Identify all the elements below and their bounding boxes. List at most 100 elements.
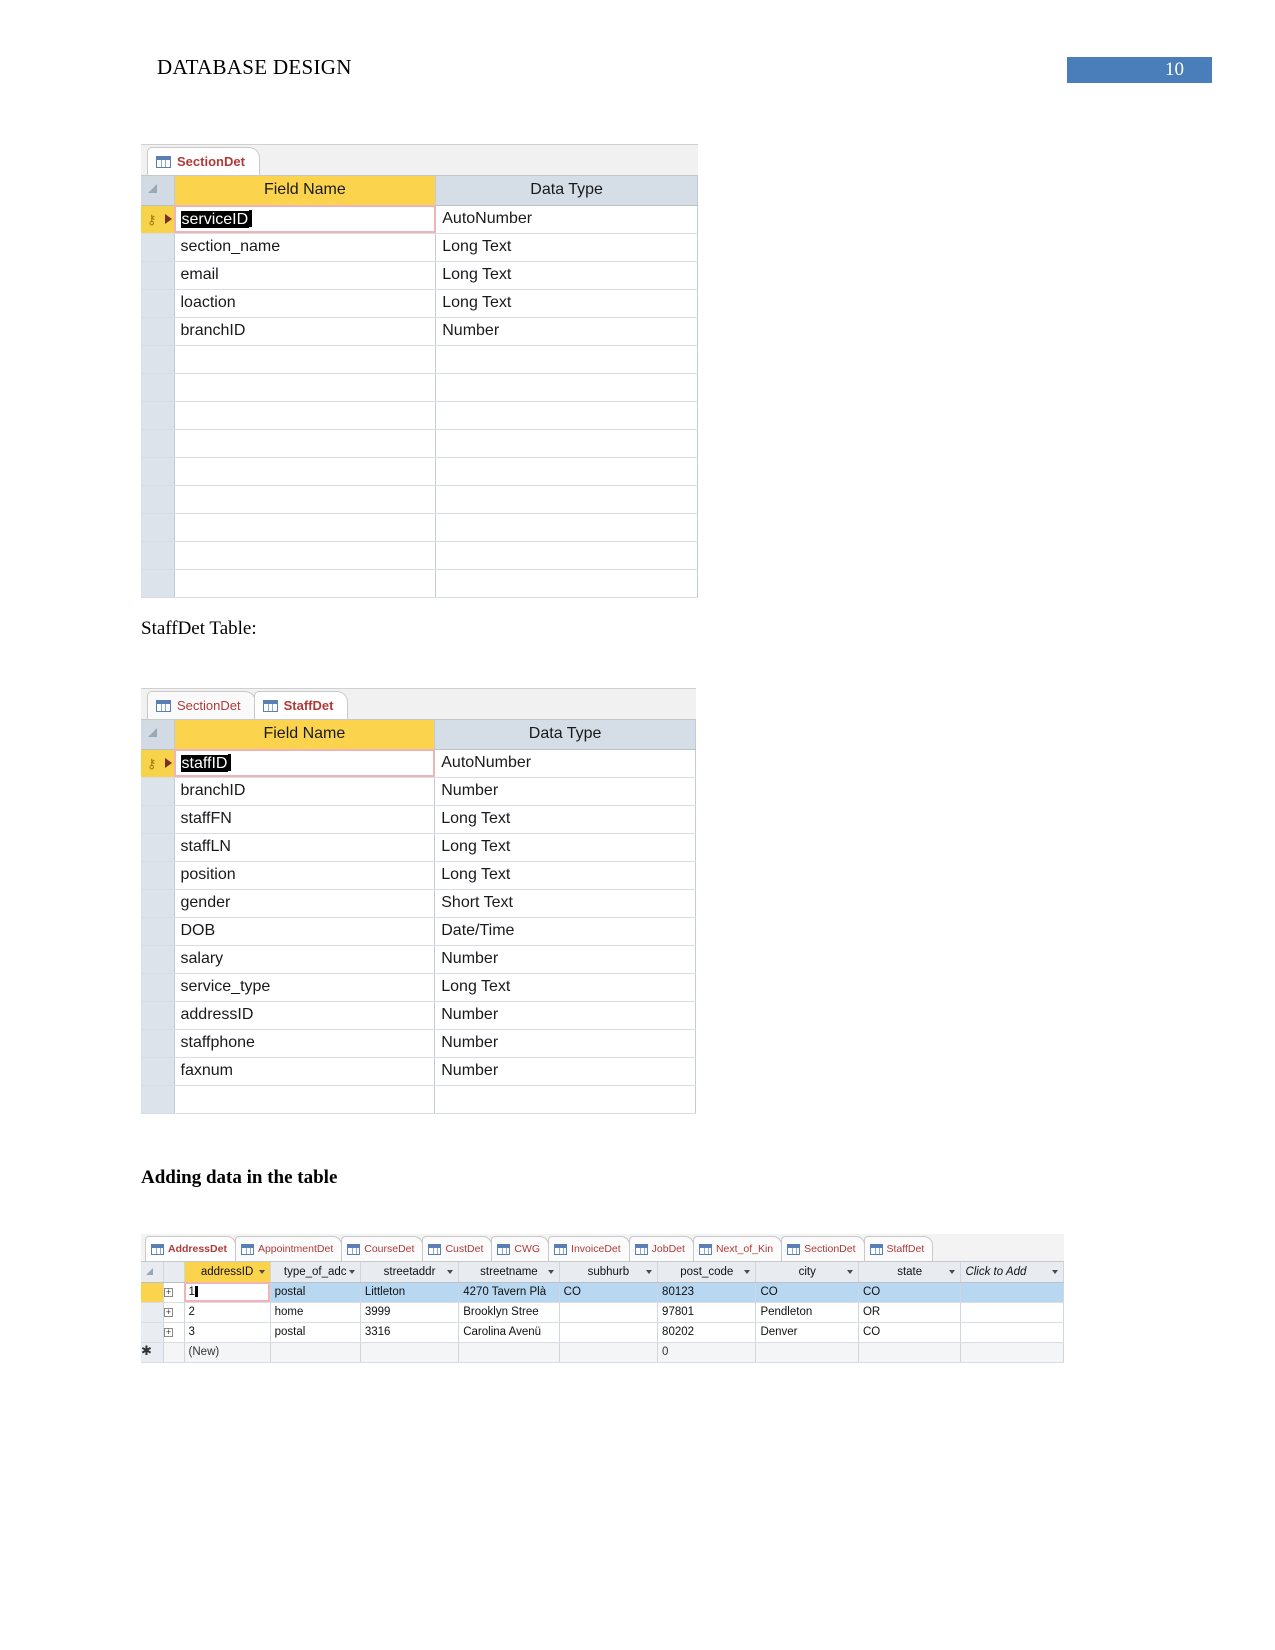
field-name-cell[interactable]: branchID (174, 777, 436, 806)
cell-click-to-add[interactable] (960, 1322, 1064, 1343)
chevron-down-icon[interactable] (258, 1270, 265, 1274)
design-row-empty[interactable] (141, 569, 698, 598)
row-selector[interactable] (141, 401, 175, 430)
design-row-empty[interactable] (141, 373, 698, 402)
row-selector[interactable] (141, 777, 175, 806)
field-name-cell[interactable]: staffLN (174, 833, 436, 862)
tab-appointmentdet[interactable]: AppointmentDet (234, 1236, 343, 1261)
cell-post_code[interactable]: 80202 (657, 1322, 757, 1343)
field-name-cell[interactable] (174, 541, 437, 570)
column-header-field-name[interactable]: Field Name (174, 176, 437, 206)
cell-post_code[interactable]: 97801 (657, 1302, 757, 1323)
design-row[interactable]: staffLN Long Text (141, 833, 696, 862)
design-row-empty[interactable] (141, 457, 698, 486)
field-name-cell[interactable]: staffFN (174, 805, 436, 834)
field-name-cell[interactable]: salary (174, 945, 436, 974)
design-row[interactable]: service_type Long Text (141, 973, 696, 1002)
tab-cwg[interactable]: CWG (491, 1236, 550, 1261)
design-row[interactable]: ⚷ staffID AutoNumber (141, 749, 696, 778)
data-type-cell[interactable]: Number (434, 777, 696, 806)
cell-type_of_adc[interactable]: postal (270, 1282, 361, 1303)
tab-custdet[interactable]: CustDet (422, 1236, 493, 1261)
row-selector[interactable] (141, 429, 175, 458)
design-row-empty[interactable] (141, 429, 698, 458)
field-name-cell[interactable] (174, 373, 437, 402)
tab-addressdet[interactable]: AddressDet (145, 1236, 236, 1261)
row-selector[interactable] (141, 833, 175, 862)
design-row[interactable]: salary Number (141, 945, 696, 974)
field-name-cell[interactable]: service_type (174, 973, 436, 1002)
field-name-cell[interactable] (174, 513, 437, 542)
field-name-cell[interactable]: position (174, 861, 436, 890)
field-name-cell[interactable] (174, 401, 437, 430)
data-type-cell[interactable] (435, 513, 698, 542)
column-header-type-of-adc[interactable]: type_of_adc (270, 1262, 361, 1283)
data-type-cell[interactable]: AutoNumber (434, 749, 696, 778)
cell-state[interactable]: CO (858, 1322, 962, 1343)
tab-sectiondet[interactable]: SectionDet (147, 691, 256, 719)
table-row[interactable]: +2 home 3999 Brooklyn Stree 97801 Pendleton OR (141, 1302, 1064, 1323)
select-all-corner[interactable] (141, 1262, 165, 1283)
cell-state[interactable]: OR (858, 1302, 962, 1323)
data-type-cell[interactable]: AutoNumber (435, 205, 698, 234)
row-selector[interactable] (141, 261, 175, 290)
row-selector[interactable] (141, 485, 175, 514)
cell-streetaddr[interactable]: 3316 (360, 1322, 460, 1343)
data-type-cell[interactable] (435, 457, 698, 486)
row-selector[interactable] (141, 345, 175, 374)
field-name-cell[interactable]: faxnum (174, 1057, 436, 1086)
column-header-addressid[interactable]: addressID (184, 1262, 271, 1283)
design-row[interactable]: staffFN Long Text (141, 805, 696, 834)
data-type-cell[interactable] (435, 485, 698, 514)
cell-state[interactable]: CO (858, 1282, 962, 1303)
cell-streetaddr[interactable]: 3999 (360, 1302, 460, 1323)
select-all-corner[interactable] (141, 720, 175, 750)
data-type-cell[interactable]: Long Text (435, 289, 698, 318)
row-selector[interactable] (141, 233, 175, 262)
tab-sectiondet[interactable]: SectionDet (147, 147, 260, 175)
data-type-cell[interactable]: Long Text (434, 805, 696, 834)
expand-subdatasheet-button[interactable]: + (163, 1322, 185, 1343)
new-cell-click-to-add[interactable] (960, 1342, 1064, 1363)
tab-next_of_kin[interactable]: Next_of_Kin (692, 1236, 783, 1261)
design-row-empty[interactable] (141, 513, 698, 542)
row-selector[interactable] (141, 1085, 175, 1114)
data-type-cell[interactable]: Long Text (435, 233, 698, 262)
new-record-row[interactable]: ✱ (New) 0 (141, 1342, 1064, 1363)
design-row[interactable]: email Long Text (141, 261, 698, 290)
design-row[interactable]: branchID Number (141, 777, 696, 806)
column-header-click-to-add[interactable]: Click to Add (960, 1262, 1064, 1283)
field-name-cell[interactable] (174, 345, 437, 374)
row-selector[interactable] (141, 457, 175, 486)
new-cell-state[interactable] (858, 1342, 962, 1363)
new-cell-streetaddr[interactable] (360, 1342, 460, 1363)
cell-addressID[interactable]: 1 (184, 1282, 271, 1303)
column-header-data-type[interactable]: Data Type (434, 720, 696, 750)
field-name-cell[interactable] (174, 457, 437, 486)
data-type-cell[interactable] (435, 345, 698, 374)
row-selector[interactable] (141, 317, 175, 346)
design-row[interactable]: DOB Date/Time (141, 917, 696, 946)
field-name-cell[interactable]: staffphone (174, 1029, 436, 1058)
design-row[interactable]: position Long Text (141, 861, 696, 890)
cell-addressID[interactable]: 2 (184, 1302, 271, 1323)
column-header-subhurb[interactable]: subhurb (559, 1262, 659, 1283)
column-header-field-name[interactable]: Field Name (174, 720, 436, 750)
column-header-streetaddr[interactable]: streetaddr (360, 1262, 460, 1283)
field-name-cell[interactable] (174, 429, 437, 458)
row-selector-primary-key[interactable]: ⚷ (141, 749, 175, 778)
row-selector[interactable] (141, 373, 175, 402)
data-type-cell[interactable]: Number (434, 945, 696, 974)
field-name-cell[interactable]: email (174, 261, 437, 290)
table-row[interactable]: +3 postal 3316 Carolina Avenü 80202 Denver CO (141, 1322, 1064, 1343)
design-row[interactable]: loaction Long Text (141, 289, 698, 318)
cell-type_of_adc[interactable]: home (270, 1302, 361, 1323)
field-name-cell[interactable]: DOB (174, 917, 436, 946)
row-selector[interactable] (141, 1057, 175, 1086)
design-row[interactable]: addressID Number (141, 1001, 696, 1030)
field-name-cell[interactable]: gender (174, 889, 436, 918)
cell-city[interactable]: Denver (755, 1322, 859, 1343)
data-type-cell[interactable]: Long Text (434, 833, 696, 862)
cell-type_of_adc[interactable]: postal (270, 1322, 361, 1343)
tab-staffdet[interactable]: StaffDet (253, 691, 349, 719)
